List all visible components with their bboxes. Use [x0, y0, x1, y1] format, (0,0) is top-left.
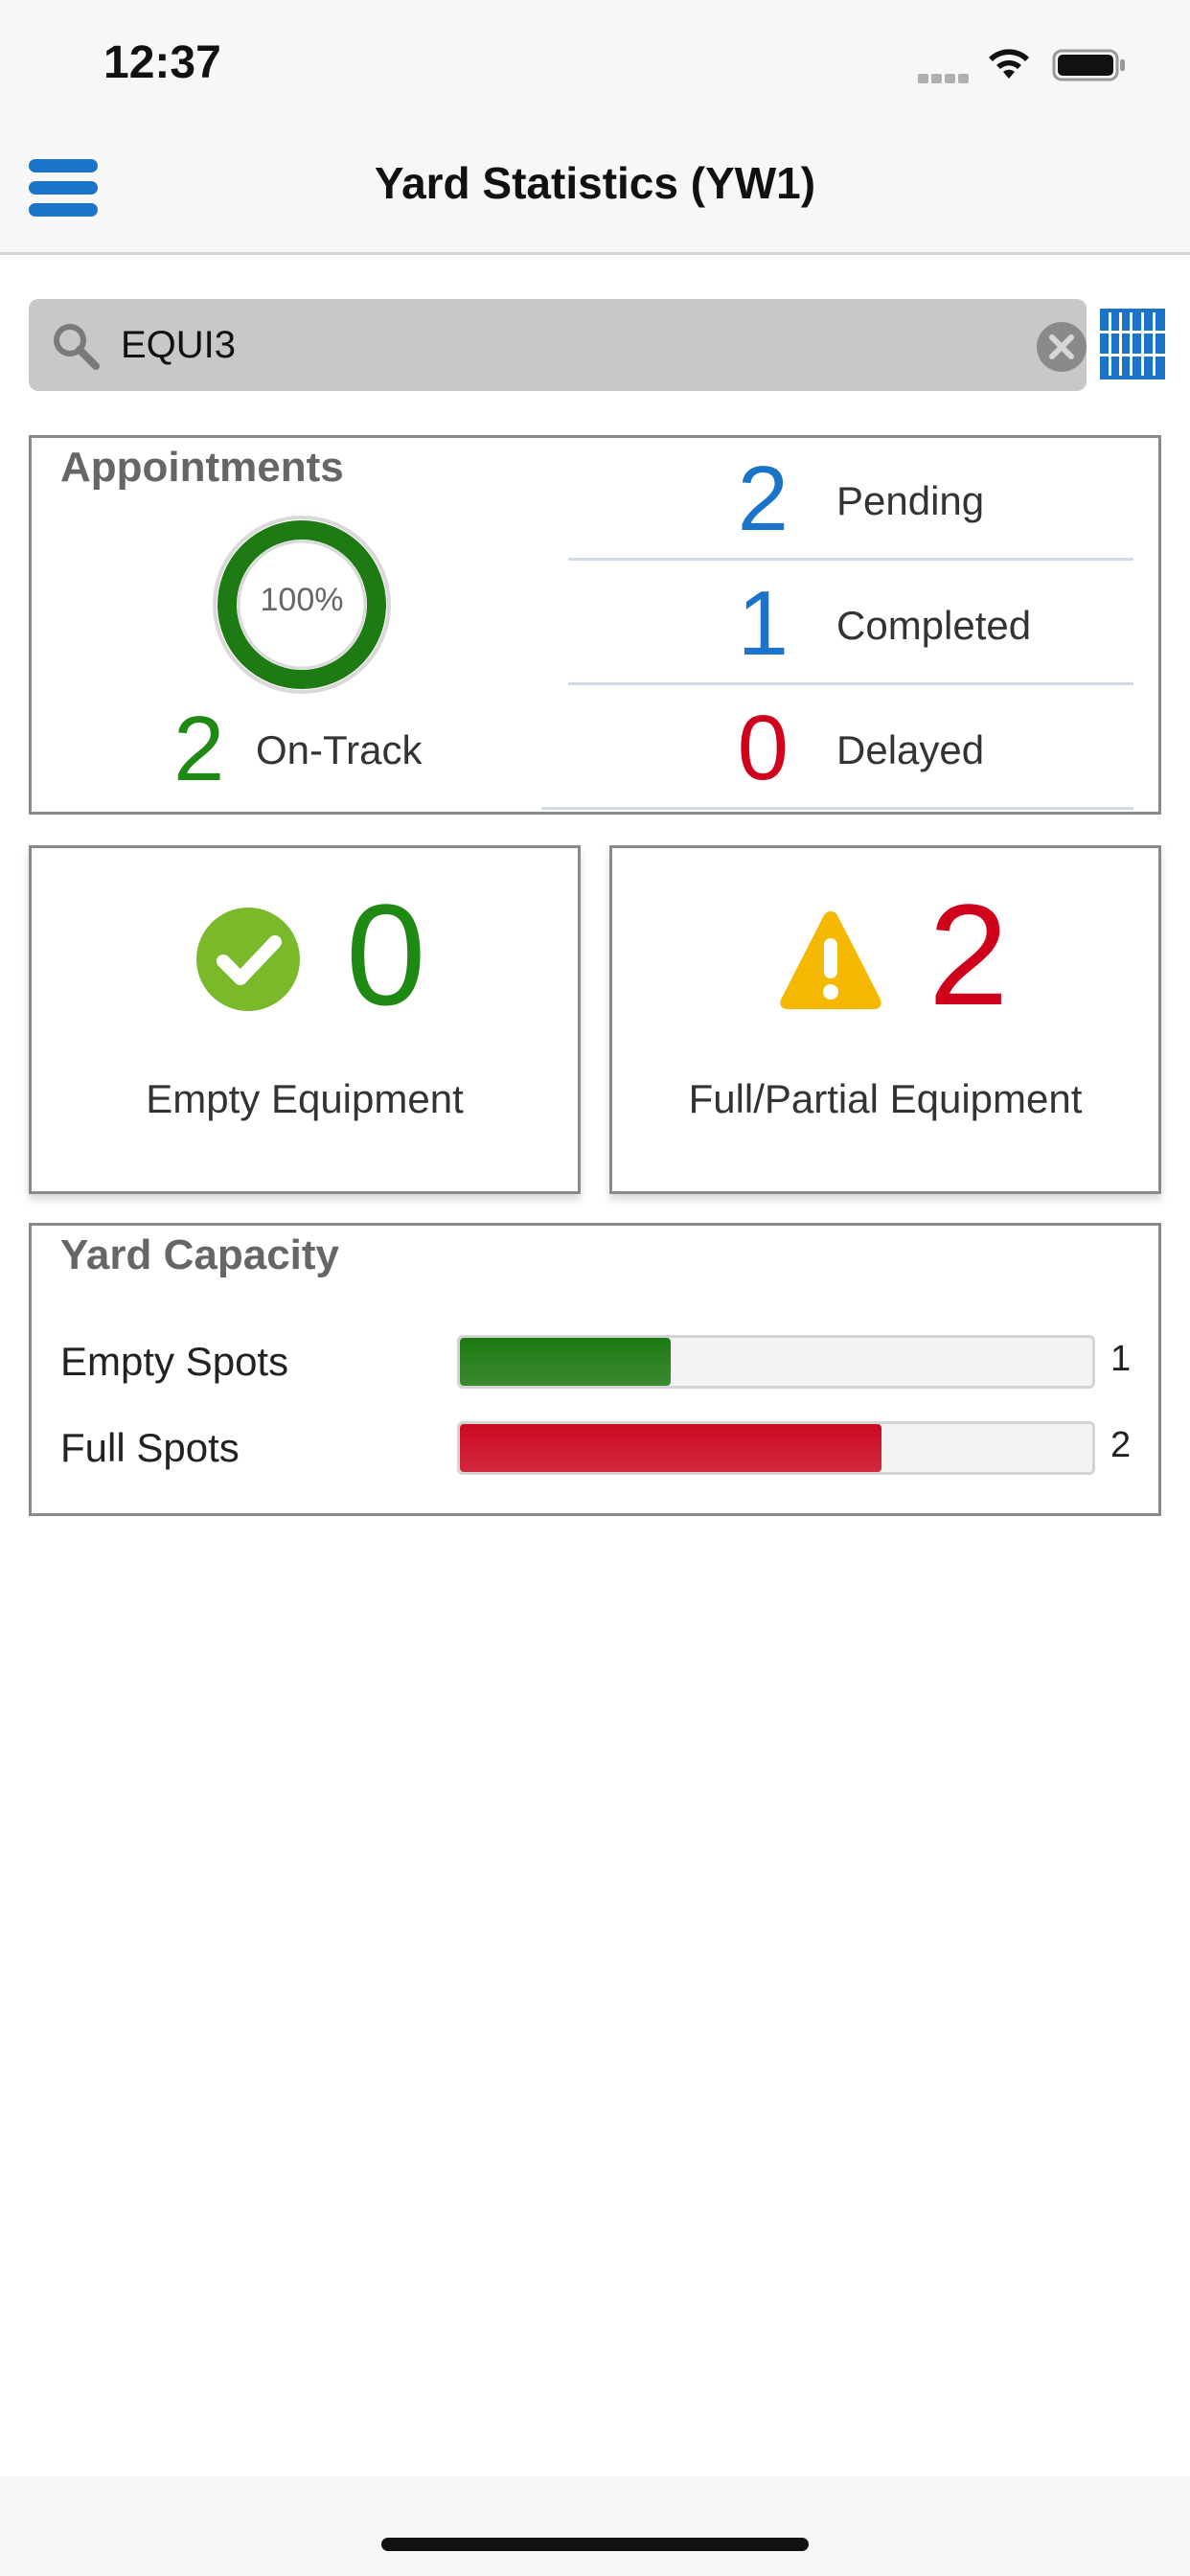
- empty-equipment-count: 0: [346, 874, 426, 1035]
- battery-icon: [1052, 49, 1125, 81]
- full-spots-value: 2: [1110, 1425, 1132, 1465]
- full-equipment-card[interactable]: 2 Full/Partial Equipment: [609, 845, 1161, 1194]
- search-icon: [54, 324, 100, 370]
- search-bar: [29, 299, 1087, 391]
- empty-equipment-label: Empty Equipment: [146, 1076, 464, 1121]
- pending-count: 2: [737, 448, 789, 550]
- check-circle-icon: [196, 908, 300, 1011]
- empty-spots-row: Empty Spots 1: [32, 1331, 1158, 1389]
- delayed-row[interactable]: 0 Delayed: [541, 687, 1133, 810]
- completed-label: Completed: [836, 603, 1032, 648]
- completion-percent: 100%: [260, 582, 344, 618]
- empty-spots-label: Empty Spots: [60, 1339, 289, 1384]
- barcode-scan-icon[interactable]: [1100, 309, 1165, 380]
- clear-search-icon[interactable]: [1035, 320, 1088, 374]
- full-equipment-label: Full/Partial Equipment: [688, 1076, 1083, 1121]
- full-spots-bar-fill: [460, 1424, 881, 1472]
- completed-count: 1: [737, 572, 789, 675]
- empty-spots-bar: [457, 1335, 1095, 1389]
- cellular-signal-icon: [918, 71, 972, 83]
- full-spots-label: Full Spots: [60, 1425, 240, 1470]
- full-equipment-count: 2: [928, 874, 1009, 1035]
- delayed-count: 0: [737, 697, 789, 799]
- appointments-card[interactable]: Appointments 100% 2 On-Track 2 Pending 1…: [29, 435, 1161, 815]
- empty-spots-value: 1: [1110, 1339, 1132, 1379]
- on-track-label: On-Track: [256, 727, 423, 772]
- home-indicator-area: [0, 2476, 1190, 2576]
- yard-capacity-title: Yard Capacity: [60, 1231, 340, 1278]
- search-input[interactable]: [121, 318, 1002, 372]
- wifi-icon: [989, 49, 1029, 79]
- full-spots-bar: [457, 1421, 1095, 1475]
- empty-spots-bar-fill: [460, 1338, 671, 1386]
- appointments-title: Appointments: [60, 444, 344, 491]
- delayed-label: Delayed: [836, 727, 985, 772]
- pending-label: Pending: [836, 478, 985, 523]
- page-title: Yard Statistics (YW1): [374, 158, 816, 208]
- home-indicator[interactable]: [381, 2538, 809, 2551]
- yard-capacity-card[interactable]: Yard Capacity Empty Spots 1 Full Spots 2: [29, 1223, 1161, 1516]
- completed-row[interactable]: 1 Completed: [568, 563, 1133, 685]
- status-bar: 12:37: [0, 0, 1190, 125]
- status-time: 12:37: [103, 37, 221, 88]
- pending-row[interactable]: 2 Pending: [568, 438, 1133, 561]
- warning-icon: [780, 911, 881, 1009]
- full-spots-row: Full Spots 2: [32, 1417, 1158, 1475]
- empty-equipment-card[interactable]: 0 Empty Equipment: [29, 845, 581, 1194]
- nav-bar: Yard Statistics (YW1): [0, 125, 1190, 255]
- on-track-count: 2: [173, 698, 225, 800]
